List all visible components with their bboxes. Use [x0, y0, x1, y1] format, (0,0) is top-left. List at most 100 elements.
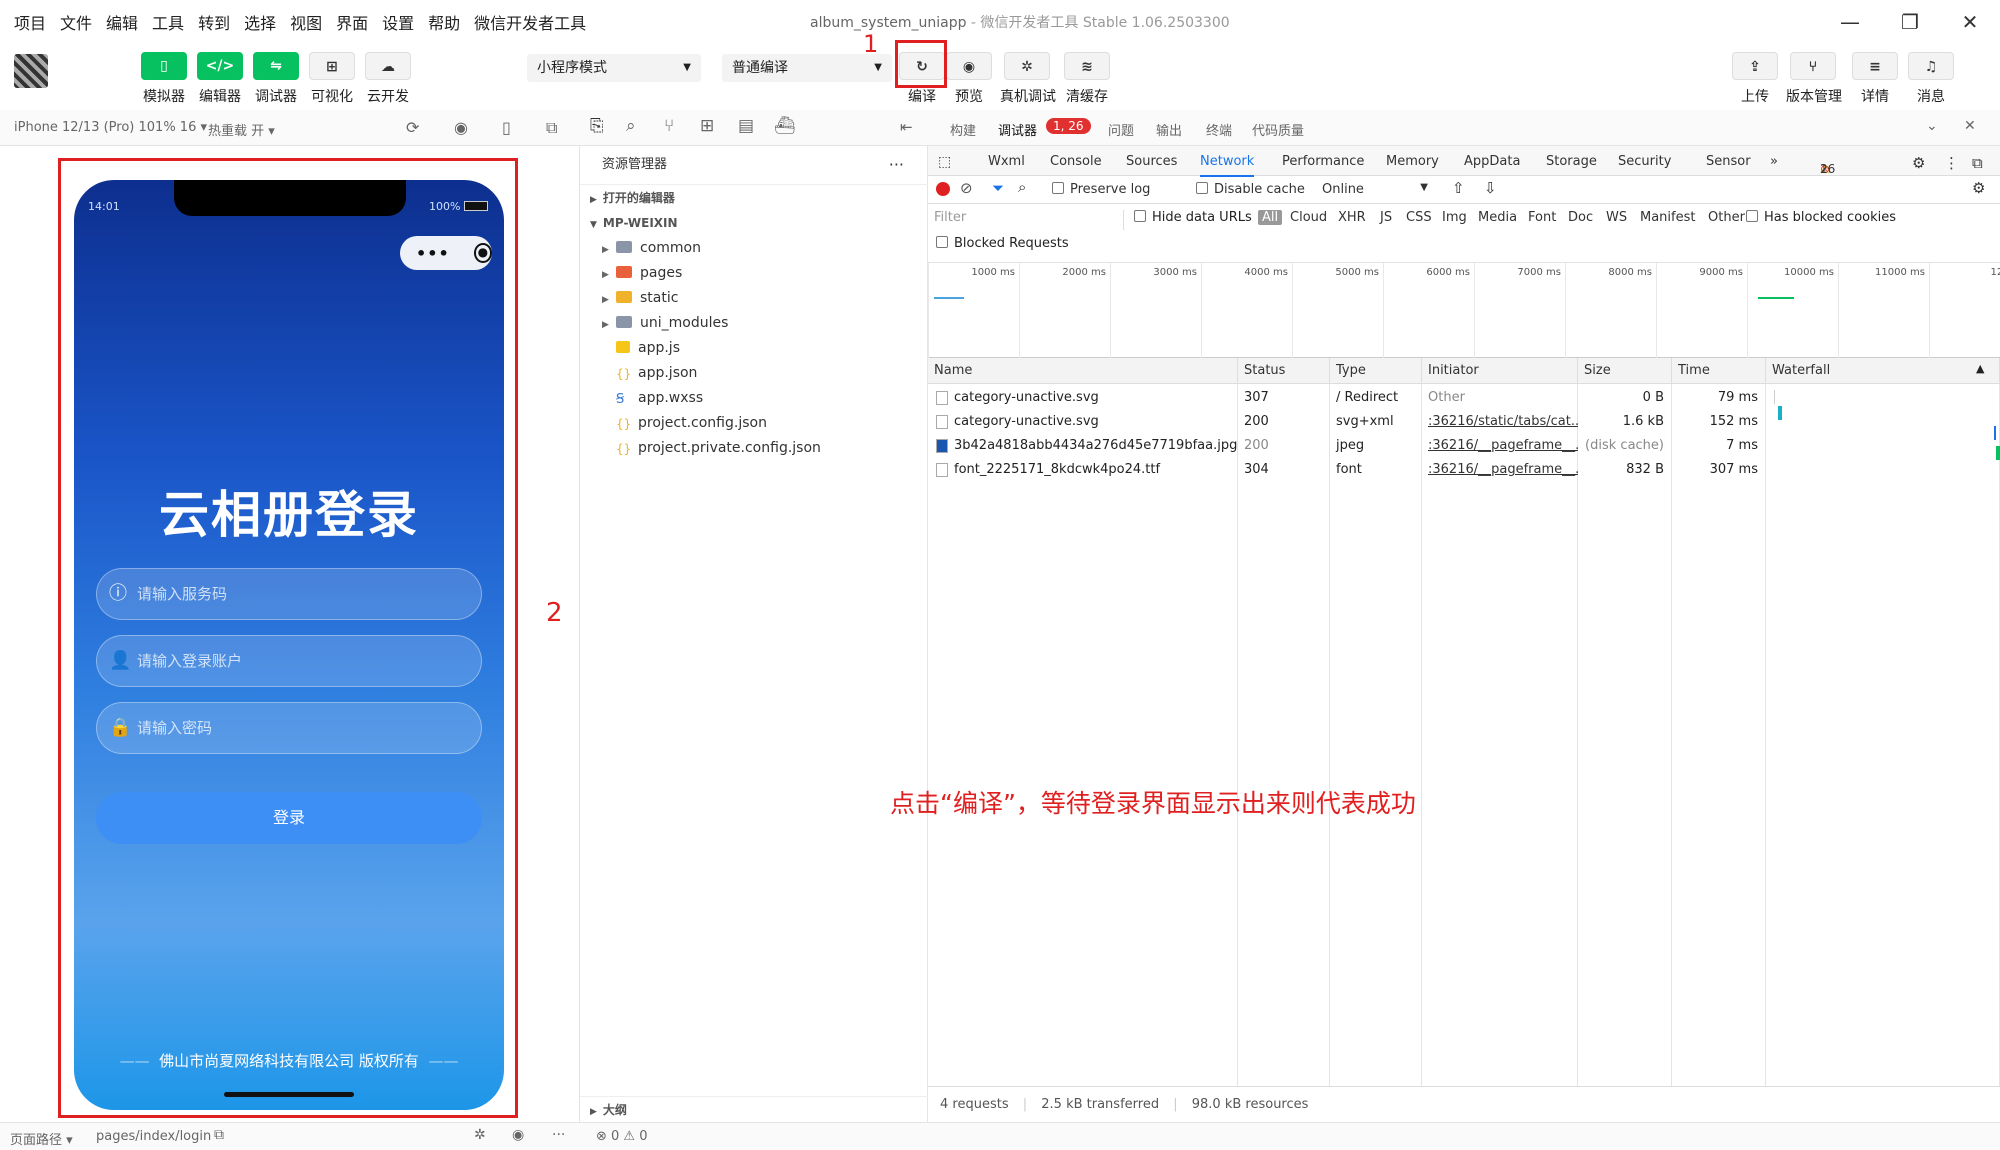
export-har-icon[interactable]: ⇩	[1484, 179, 1497, 197]
column-header-name[interactable]: Name	[928, 358, 1238, 384]
hot-reload-select[interactable]: 热重载 开 ▾	[208, 120, 275, 139]
version-control-button[interactable]: ⑂ 版本管理	[1786, 52, 1842, 106]
import-har-icon[interactable]: ⇧	[1452, 179, 1465, 197]
disable-cache-checkbox[interactable]: Disable cache	[1196, 182, 1305, 197]
more-icon[interactable]: ···	[889, 146, 904, 184]
menu-help[interactable]: 帮助	[428, 10, 460, 34]
page-path-select[interactable]: 页面路径 ▾	[10, 1129, 73, 1148]
type-img[interactable]: Img	[1442, 210, 1467, 225]
tab-build[interactable]: 构建	[950, 120, 976, 139]
editor-toggle-button[interactable]: </> 编辑器	[193, 52, 247, 106]
copy-icon[interactable]: ⧉	[214, 1127, 224, 1143]
network-overview[interactable]: 1000 ms 2000 ms 3000 ms 4000 ms 5000 ms 6000 …	[928, 262, 2000, 359]
menu-interface[interactable]: 界面	[336, 10, 368, 34]
search-icon[interactable]: ⌕	[626, 116, 636, 136]
type-all[interactable]: All	[1258, 210, 1283, 225]
tree-folder-pages[interactable]: ▶ pages	[602, 265, 682, 281]
cloud-dev-button[interactable]: ☁ 云开发	[361, 52, 415, 106]
cell-initiator[interactable]: :36216/static/tabs/cat...	[1422, 410, 1578, 434]
column-header-waterfall[interactable]: Waterfall	[1766, 358, 2000, 384]
tab-debugger[interactable]: 调试器	[998, 120, 1037, 139]
tab-console[interactable]: Console	[1050, 154, 1102, 169]
close-icon[interactable]: ✕	[1940, 10, 2000, 34]
throttle-select[interactable]: Online ▼	[1322, 182, 1432, 197]
menu-file[interactable]: 文件	[60, 10, 92, 34]
tree-file-app-wxss[interactable]: Ꞩapp.wxss	[616, 390, 703, 407]
outline-section[interactable]: ▶ 大纲	[580, 1096, 928, 1122]
menu-settings[interactable]: 设置	[382, 10, 414, 34]
phone-icon[interactable]: ▯	[502, 118, 511, 137]
tree-file-app-js[interactable]: app.js	[616, 340, 680, 356]
type-manifest[interactable]: Manifest	[1640, 210, 1695, 225]
storage-icon[interactable]: ▤	[738, 116, 754, 136]
popout-icon[interactable]: ⧉	[546, 118, 557, 138]
tab-security[interactable]: Security	[1618, 154, 1671, 169]
dock-icon[interactable]: ⧉	[1972, 154, 1983, 172]
hide-data-urls-checkbox[interactable]: Hide data URLs	[1134, 210, 1252, 225]
tab-storage[interactable]: Storage	[1546, 154, 1597, 169]
stop-icon[interactable]: ◉	[454, 118, 468, 137]
root-folder-section[interactable]: ▼ MP-WEIXIN	[580, 210, 928, 236]
column-header-initiator[interactable]: Initiator	[1422, 358, 1578, 384]
type-js[interactable]: JS	[1380, 210, 1392, 225]
details-button[interactable]: ≡ 详情	[1848, 52, 1902, 106]
rotate-icon[interactable]: ⟳	[406, 118, 419, 137]
menu-wechat-devtools[interactable]: 微信开发者工具	[474, 10, 586, 34]
messages-button[interactable]: ♫ 消息	[1904, 52, 1958, 106]
column-header-status[interactable]: Status	[1238, 358, 1330, 384]
tree-folder-common[interactable]: ▶ common	[602, 240, 701, 256]
type-xhr[interactable]: XHR	[1338, 210, 1366, 225]
clear-icon[interactable]: ⊘	[960, 179, 973, 197]
git-icon[interactable]: ⑂	[664, 116, 674, 136]
filter-input[interactable]: Filter	[934, 210, 1124, 230]
problems-count[interactable]: ⊗ 0 ⚠ 0	[596, 1129, 648, 1144]
type-css[interactable]: CSS	[1406, 210, 1432, 225]
gear-icon[interactable]: ⚙	[1972, 179, 1985, 197]
tab-sensor[interactable]: Sensor	[1706, 154, 1751, 169]
column-header-size[interactable]: Size	[1578, 358, 1672, 384]
bug-icon[interactable]: ✲	[474, 1127, 486, 1143]
open-editors-section[interactable]: ▶ 打开的编辑器	[580, 184, 928, 210]
device-select[interactable]: iPhone 12/13 (Pro) 101% 16 ▾	[14, 120, 207, 135]
gear-icon[interactable]: ⚙	[1912, 154, 1925, 172]
menu-goto[interactable]: 转到	[198, 10, 230, 34]
tree-file-project-config[interactable]: {} project.config.json	[616, 415, 767, 431]
collapse-panel-icon[interactable]: ⇤	[900, 118, 913, 136]
tab-terminal[interactable]: 终端	[1206, 120, 1232, 139]
tab-appdata[interactable]: AppData	[1464, 154, 1520, 169]
preview-button[interactable]: ◉ 预览	[942, 52, 996, 106]
tab-network[interactable]: Network	[1200, 154, 1255, 177]
eye-icon[interactable]: ◉	[512, 1127, 524, 1143]
menu-project[interactable]: 项目	[14, 10, 46, 34]
simulator-toggle-button[interactable]: ▯ 模拟器	[137, 52, 191, 106]
extensions-icon[interactable]: ⊞	[700, 116, 714, 136]
type-other[interactable]: Other	[1708, 210, 1745, 225]
tab-performance[interactable]: Performance	[1282, 154, 1364, 169]
cell-initiator[interactable]: :36216/__pageframe__...	[1422, 458, 1578, 482]
remote-debug-button[interactable]: ✲ 真机调试	[1000, 52, 1056, 106]
column-header-type[interactable]: Type	[1330, 358, 1422, 384]
menu-tools[interactable]: 工具	[152, 10, 184, 34]
tab-memory[interactable]: Memory	[1386, 154, 1439, 169]
compile-mode-select[interactable]: 普通编译 ▼	[722, 54, 892, 82]
tree-folder-static[interactable]: ▶ static	[602, 290, 678, 306]
type-ws[interactable]: WS	[1606, 210, 1627, 225]
kebab-icon[interactable]: ⋮	[1944, 154, 1959, 172]
tree-file-app-json[interactable]: {} app.json	[616, 365, 697, 381]
menu-view[interactable]: 视图	[290, 10, 322, 34]
minimize-icon[interactable]: —	[1820, 10, 1880, 34]
tree-file-project-private-config[interactable]: {} project.private.config.json	[616, 440, 821, 456]
menu-select[interactable]: 选择	[244, 10, 276, 34]
debugger-toggle-button[interactable]: ⇋ 调试器	[249, 52, 303, 106]
mode-select[interactable]: 小程序模式 ▼	[527, 54, 701, 82]
tab-wxml[interactable]: Wxml	[988, 154, 1025, 169]
search-icon[interactable]: ⌕	[1018, 178, 1026, 196]
blocked-requests-checkbox[interactable]: Blocked Requests	[936, 236, 1069, 251]
tab-output[interactable]: 输出	[1156, 120, 1182, 139]
docker-icon[interactable]: ⛴	[774, 116, 796, 136]
sort-up-icon[interactable]: ▲	[1976, 362, 1984, 375]
filter-icon[interactable]: ⏷	[992, 179, 1004, 197]
type-doc[interactable]: Doc	[1568, 210, 1593, 225]
type-cloud[interactable]: Cloud	[1290, 210, 1327, 225]
menu-edit[interactable]: 编辑	[106, 10, 138, 34]
